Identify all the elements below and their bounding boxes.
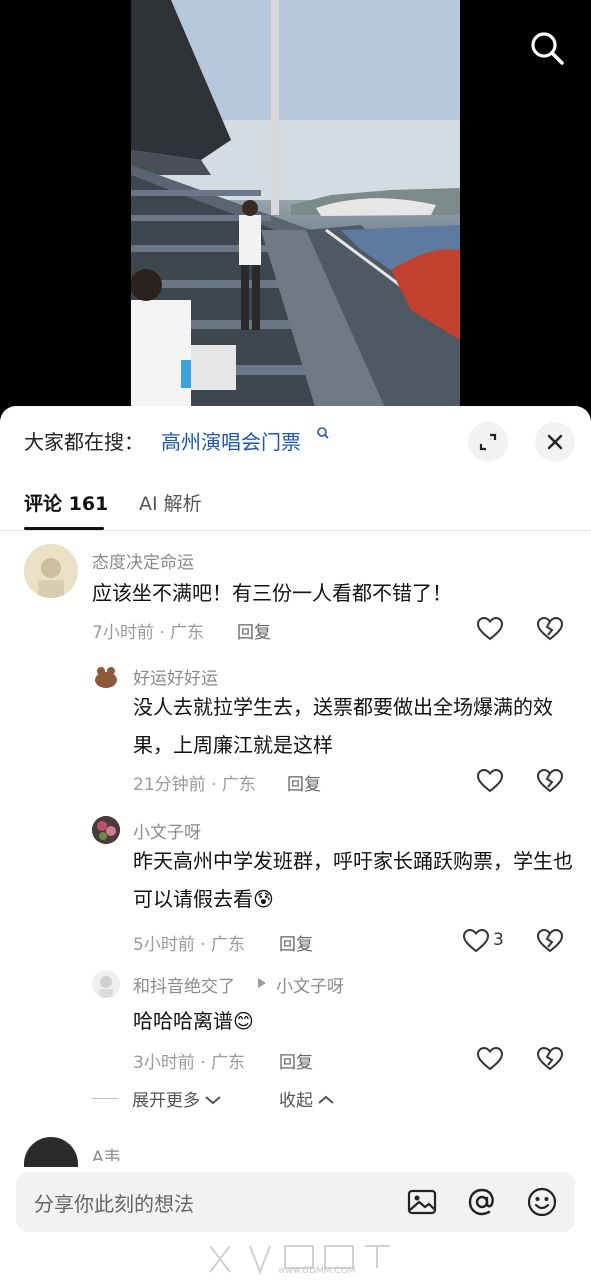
heart-icon[interactable]: [462, 928, 490, 954]
avatar-image: [92, 816, 120, 844]
comment-input-bar[interactable]: 分享你此刻的想法: [16, 1172, 575, 1232]
comment-sheet: 大家都在搜： 高州演唱会门票 评论 161 AI 解析 态度决定命运 应该坐不满…: [0, 406, 591, 1280]
image-icon[interactable]: [406, 1186, 438, 1218]
reply-button[interactable]: 回复: [279, 930, 313, 955]
heart-icon[interactable]: [476, 768, 504, 794]
expand-button[interactable]: [468, 422, 508, 462]
close-button[interactable]: [535, 422, 575, 462]
comment-username[interactable]: A韦: [92, 1143, 121, 1161]
chevron-down-icon: [205, 1096, 221, 1105]
reply-item: 好运好好运 没人去就拉学生去，送票都要做出全场爆满的效果，上周廉江就是这样 21…: [0, 658, 591, 798]
comment-username[interactable]: 态度决定命运: [92, 548, 194, 573]
collapse-label: 收起: [279, 1091, 313, 1111]
comment-meta: 5小时前 · 广东: [133, 935, 246, 955]
reply-arrow-icon: [258, 978, 266, 988]
broken-heart-icon[interactable]: [536, 1046, 564, 1072]
comment-text: 应该坐不满吧！有三份一人看都不错了！: [92, 581, 452, 605]
avatar-image: [95, 667, 117, 688]
chevron-up-icon: [318, 1095, 334, 1104]
avatar-image: [92, 970, 120, 998]
expand-more-label: 展开更多: [132, 1091, 200, 1111]
emoji-icon[interactable]: [526, 1186, 558, 1218]
expand-icon: [479, 433, 497, 451]
search-suggestion-link[interactable]: 高州演唱会门票: [161, 426, 301, 455]
reply-to-username[interactable]: 小文子呀: [276, 972, 344, 997]
broken-heart-icon[interactable]: [536, 768, 564, 794]
emoji-sticker: 😊: [233, 1009, 254, 1033]
active-tab-indicator: [24, 527, 104, 530]
comment-input[interactable]: 分享你此刻的想法: [34, 1188, 194, 1217]
comment-text-body: 昨天高州中学发班群，呼吁家长踊跃购票，学生也可以请假去看: [133, 849, 573, 911]
avatar[interactable]: [24, 1137, 78, 1167]
comment-text: 哈哈哈离谱😊: [133, 1002, 573, 1040]
avatar[interactable]: [92, 816, 120, 844]
comment-username[interactable]: 小文子呀: [133, 818, 201, 843]
search-button[interactable]: [527, 28, 567, 68]
avatar[interactable]: [24, 544, 78, 598]
comment-username[interactable]: 和抖音绝交了: [133, 972, 235, 997]
close-icon: [547, 434, 563, 450]
collapse-button[interactable]: 收起: [279, 1086, 335, 1111]
at-icon[interactable]: [466, 1186, 498, 1218]
heart-icon[interactable]: [476, 1046, 504, 1072]
comment-username[interactable]: 好运好好运: [133, 664, 218, 689]
broken-heart-icon[interactable]: [536, 616, 564, 642]
video-frame[interactable]: [131, 0, 460, 410]
comment-meta: 21分钟前 · 广东: [133, 775, 256, 795]
tab-comments[interactable]: 评论 161: [24, 489, 108, 516]
reply-item: 和抖音绝交了 小文子呀 哈哈哈离谱😊 3小时前 · 广东 回复: [0, 966, 591, 1076]
reply-button[interactable]: 回复: [279, 1048, 313, 1073]
avatar[interactable]: [92, 970, 120, 998]
stadium-scene-image: [131, 0, 460, 410]
comment-text-body: 哈哈哈离谱: [133, 1009, 233, 1033]
watermark-text: www.GDMM.COM: [278, 1266, 356, 1276]
search-suggestion-prefix: 大家都在搜：: [24, 430, 144, 454]
comment-text: 昨天高州中学发班群，呼吁家长踊跃购票，学生也可以请假去看😰: [133, 842, 573, 918]
comment-item: 态度决定命运 应该坐不满吧！有三份一人看都不错了！ 7小时前 · 广东 回复: [0, 540, 591, 650]
comment-tabs: 评论 161 AI 解析: [0, 476, 591, 531]
emoji-sticker: 😰: [253, 887, 274, 911]
divider: [92, 1098, 118, 1099]
search-icon: [531, 32, 564, 65]
heart-icon[interactable]: [476, 616, 504, 642]
search-mini-icon: [317, 427, 329, 439]
reply-item: 小文子呀 昨天高州中学发班群，呼吁家长踊跃购票，学生也可以请假去看😰 5小时前 …: [0, 812, 591, 955]
comment-meta: 7小时前 · 广东: [92, 623, 205, 643]
comment-text: 没人去就拉学生去，送票都要做出全场爆满的效果，上周廉江就是这样: [133, 695, 553, 757]
search-suggestion-row: 大家都在搜： 高州演唱会门票: [0, 406, 591, 472]
reply-button[interactable]: 回复: [287, 770, 321, 795]
avatar[interactable]: [92, 662, 120, 690]
replies-controls: 展开更多 收起: [92, 1086, 392, 1112]
broken-heart-icon[interactable]: [536, 928, 564, 954]
like-count: 3: [493, 930, 504, 950]
expand-more-button[interactable]: 展开更多: [132, 1086, 222, 1111]
tab-ai-analysis[interactable]: AI 解析: [139, 489, 202, 516]
watermark-logo: www.GDMM.COM: [200, 1238, 400, 1278]
reply-button[interactable]: 回复: [237, 618, 271, 643]
avatar-image: [24, 544, 78, 598]
video-player[interactable]: [0, 0, 591, 420]
comment-meta: 3小时前 · 广东: [133, 1053, 246, 1073]
